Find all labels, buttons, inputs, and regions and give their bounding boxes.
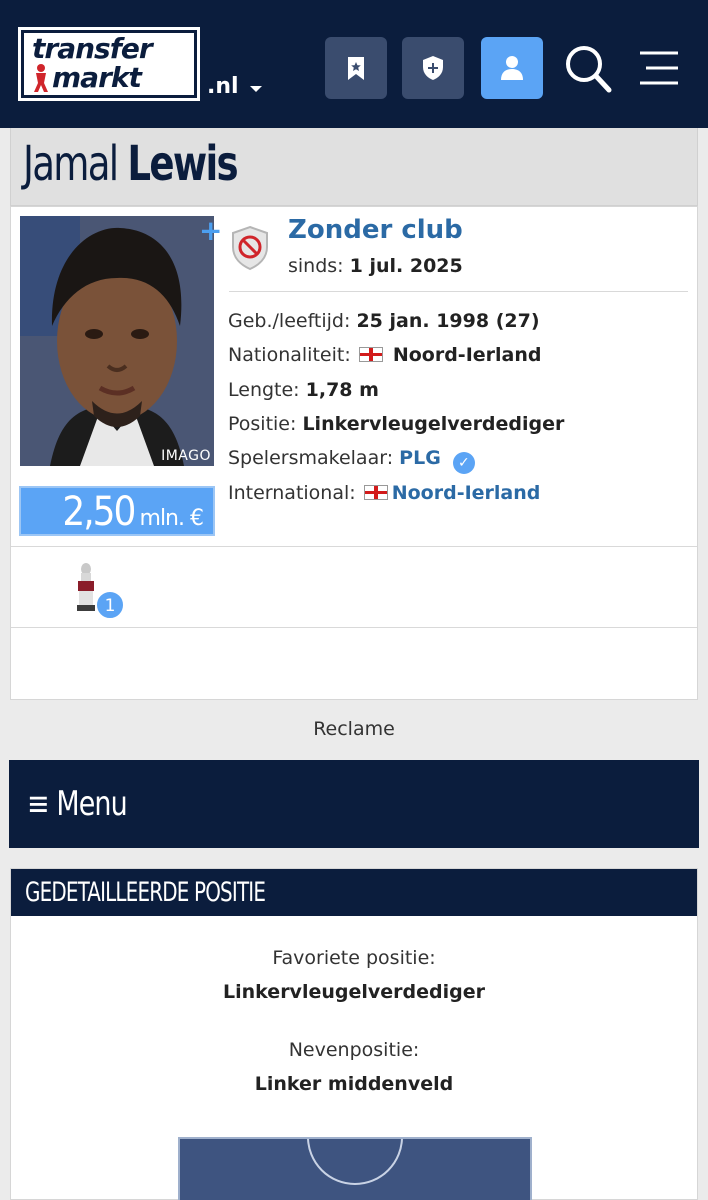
birth-value: 25 jan. 1998 (27)	[356, 310, 540, 332]
international-label: International:	[228, 482, 356, 504]
height-value: 1,78 m	[305, 379, 379, 401]
position-value: Linkervleugelverdediger	[302, 413, 565, 435]
logo-text-line1: transfer	[32, 32, 153, 65]
agent-label: Spelersmakelaar:	[228, 447, 394, 469]
market-value: 2,50	[62, 489, 136, 535]
since-value: 1 jul. 2025	[349, 255, 463, 277]
secondary-position-value: Linker middenveld	[254, 1073, 454, 1095]
logo-player-icon	[34, 64, 48, 92]
divider	[229, 291, 688, 292]
domain-selector[interactable]: .nl	[207, 74, 239, 99]
section-title: GEDETAILLEERDE POSITIE	[25, 877, 266, 908]
hamburger-icon[interactable]	[636, 48, 682, 88]
player-photo[interactable]: IMAGO	[20, 216, 214, 466]
search-icon[interactable]	[562, 40, 614, 96]
menu-toggle[interactable]: ≡ Menu	[9, 760, 699, 848]
flag-icon	[363, 485, 388, 500]
agent-row: Spelersmakelaar: PLG ✓	[228, 447, 475, 474]
favorite-position-label: Favoriete positie:	[272, 947, 436, 969]
secondary-position-label: Nevenpositie:	[288, 1039, 420, 1061]
divider	[11, 546, 697, 547]
verified-check-icon: ✓	[452, 452, 475, 474]
center-circle	[307, 1139, 403, 1185]
profile-button[interactable]	[481, 37, 543, 99]
favorite-position-value: Linkervleugelverdediger	[223, 981, 485, 1003]
watchlist-button[interactable]	[325, 37, 387, 99]
advertisement-label: Reclame	[313, 718, 395, 740]
nationality-value: Noord-Ierland	[392, 344, 542, 366]
since-label: sinds:	[288, 255, 344, 277]
birth-label: Geb./leeftijd:	[228, 310, 351, 332]
last-name: Lewis	[127, 136, 238, 192]
birth-row: Geb./leeftijd: 25 jan. 1998 (27)	[228, 310, 540, 332]
club-link[interactable]: Zonder club	[288, 215, 463, 245]
detailed-position-section: GEDETAILLEERDE POSITIE Favoriete positie…	[10, 868, 698, 1200]
bookmark-icon	[348, 57, 364, 80]
player-name-header: Jamal Lewis	[10, 128, 698, 206]
nationality-row: Nationaliteit: Noord-Ierland	[228, 344, 541, 366]
first-name: Jamal	[23, 136, 119, 192]
chevron-down-icon[interactable]	[250, 86, 262, 92]
add-photo-icon[interactable]: +	[199, 217, 222, 245]
user-icon	[501, 56, 523, 80]
trophy-count-badge: 1	[96, 591, 124, 619]
position-pitch-diagram	[178, 1137, 532, 1200]
agent-link[interactable]: PLG	[399, 447, 441, 469]
menu-label: ≡ Menu	[27, 784, 128, 824]
player-portrait-image	[20, 216, 214, 466]
height-label: Lengte:	[228, 379, 300, 401]
contract-since: sinds: 1 jul. 2025	[288, 255, 463, 277]
no-club-icon	[232, 225, 268, 271]
position-row: Positie: Linkervleugelverdediger	[228, 413, 564, 435]
international-row: International: Noord-Ierland	[228, 482, 540, 504]
market-value-unit: mln. €	[139, 506, 204, 531]
flag-icon	[358, 347, 383, 362]
market-value-box[interactable]: 2,50 mln. €	[19, 486, 215, 536]
international-link[interactable]: Noord-Ierland	[392, 482, 541, 504]
top-navigation-bar: transfer markt .nl	[0, 0, 708, 128]
logo-text-line2: markt	[52, 61, 142, 94]
add-club-button[interactable]	[402, 37, 464, 99]
height-row: Lengte: 1,78 m	[228, 379, 379, 401]
section-header: GEDETAILLEERDE POSITIE	[11, 869, 697, 916]
position-label: Positie:	[228, 413, 297, 435]
divider	[11, 627, 697, 628]
transfermarkt-logo[interactable]: transfer markt	[18, 27, 200, 101]
player-profile-card: IMAGO + 2,50 mln. € Zonder club sinds: 1…	[10, 206, 698, 700]
nationality-label: Nationaliteit:	[228, 344, 351, 366]
shield-plus-icon	[423, 56, 443, 80]
photo-credit: IMAGO	[161, 448, 211, 464]
player-name: Jamal Lewis	[23, 136, 239, 192]
